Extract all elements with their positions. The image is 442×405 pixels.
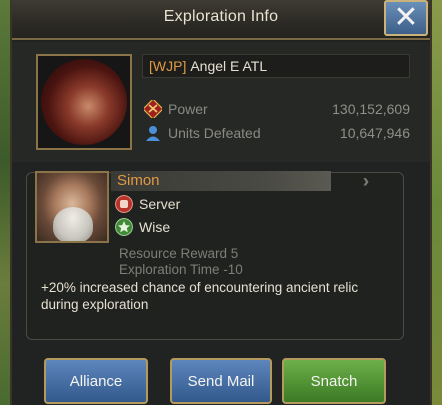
hero-name: Simon xyxy=(117,172,160,189)
close-x-icon: ✕ xyxy=(393,0,419,35)
close-button[interactable]: ✕ xyxy=(384,0,428,36)
stat-value: 10,647,946 xyxy=(339,125,410,141)
stat-power: Power 130,152,609 xyxy=(142,100,410,120)
exploration-info-panel: Exploration Info ✕ [WJP] Angel E ATL Powe… xyxy=(10,0,432,405)
star-icon xyxy=(115,218,133,236)
hero-portrait[interactable] xyxy=(35,171,109,243)
user-icon xyxy=(146,126,160,141)
fist-icon xyxy=(115,195,133,213)
trait-label: Server xyxy=(139,196,181,212)
stat-units-defeated: Units Defeated 10,647,946 xyxy=(142,124,410,144)
trait-label: Wise xyxy=(139,219,171,235)
hero-description: +20% increased chance of encountering an… xyxy=(41,280,359,312)
stat-label: Power xyxy=(168,101,208,117)
send-mail-button[interactable]: Send Mail xyxy=(170,358,272,404)
player-portrait xyxy=(41,59,127,145)
hero-name-bar: Simon ››› xyxy=(111,171,369,191)
alliance-button[interactable]: Alliance xyxy=(44,358,148,404)
panel-title: Exploration Info xyxy=(163,8,279,25)
snatch-button[interactable]: Snatch xyxy=(282,358,386,404)
stat-label: Units Defeated xyxy=(168,125,261,141)
player-section: [WJP] Angel E ATL Power 130,152,609 Units… xyxy=(12,42,430,162)
player-name: Angel E ATL xyxy=(190,58,268,74)
exploration-time: Exploration Time -10 xyxy=(119,262,243,277)
panel-header: Exploration Info ✕ xyxy=(12,0,430,40)
hero-beard xyxy=(53,207,93,241)
power-icon xyxy=(144,100,162,118)
player-avatar[interactable] xyxy=(36,54,132,150)
stat-value: 130,152,609 xyxy=(332,101,410,117)
alliance-tag: [WJP] xyxy=(149,58,187,74)
resource-reward: Resource Reward 5 xyxy=(119,246,239,261)
hero-card: Simon ››› Server Wise Resource Reward 5 … xyxy=(26,171,404,340)
player-name-box: [WJP] Angel E ATL xyxy=(142,54,410,78)
